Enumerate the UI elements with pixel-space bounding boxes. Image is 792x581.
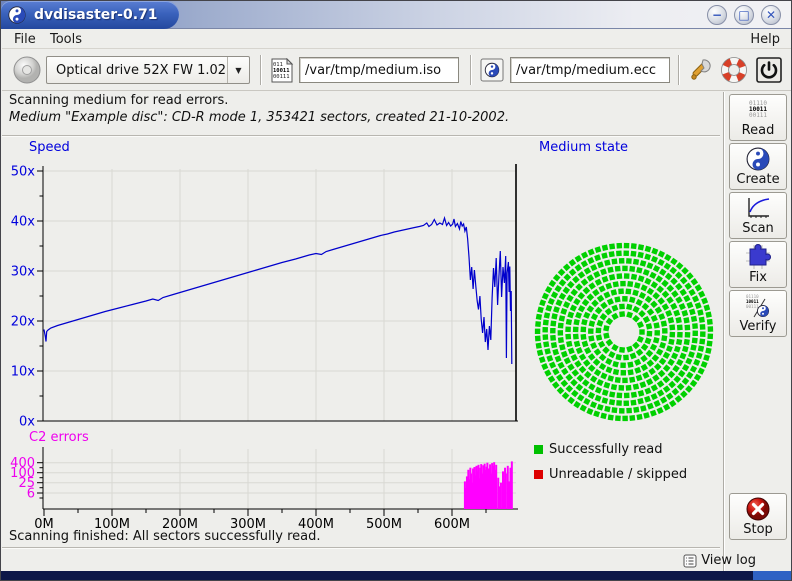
chevron-down-icon: ▼ [227, 57, 249, 83]
legend-unreadable-swatch [534, 470, 543, 479]
close-button[interactable]: ✕ [761, 5, 781, 25]
svg-text:30x: 30x [11, 265, 36, 280]
view-log-button[interactable]: View log [680, 552, 759, 569]
preferences-wrench-icon[interactable] [686, 56, 714, 84]
toolbar-separator [260, 55, 262, 85]
separator [2, 547, 720, 549]
svg-text:20x: 20x [11, 315, 36, 330]
toolbar-separator [470, 55, 472, 85]
create-button-label: Create [736, 172, 779, 187]
legend-success: Successfully read [534, 442, 662, 457]
separator [2, 135, 720, 137]
menu-tools[interactable]: Tools [46, 31, 86, 48]
read-button[interactable]: 01110 10011 00111 Read [729, 94, 787, 141]
stop-icon [746, 497, 770, 521]
medium-info: Medium "Example disc": CD-R mode 1, 3534… [9, 110, 719, 125]
speed-chart-title: Speed [29, 140, 70, 155]
legend-success-swatch [534, 445, 543, 454]
read-button-label: Read [742, 123, 775, 138]
quit-power-icon[interactable] [756, 57, 782, 83]
status-area: Scanning medium for read errors. Medium … [9, 93, 719, 125]
stop-button-label: Stop [743, 522, 773, 537]
title-tab: dvdisaster-0.71 [1, 1, 179, 29]
speed-and-c2-chart: 0x10x20x30x40x50x6251004000M100M200M300M… [1, 156, 529, 531]
ecc-file-icon [480, 58, 504, 82]
legend-unreadable-label: Unreadable / skipped [549, 467, 687, 482]
read-binary-icon: 01110 10011 00111 [749, 98, 767, 122]
svg-text:50x: 50x [11, 165, 36, 180]
view-log-label: View log [701, 553, 756, 568]
svg-text:00111: 00111 [273, 74, 290, 80]
verify-button-label: Verify [740, 319, 777, 334]
menu-file[interactable]: File [10, 31, 40, 48]
legend-success-label: Successfully read [549, 442, 662, 457]
fix-puzzle-icon [745, 245, 771, 269]
ecc-file-input[interactable] [510, 57, 670, 83]
create-button[interactable]: Create [729, 143, 787, 190]
log-list-icon [683, 554, 697, 568]
toolbar: Optical drive 52X FW 1.02 ▼ 011 10011 00… [2, 49, 792, 91]
maximize-button[interactable]: □ [734, 5, 754, 25]
status-message: Scanning medium for read errors. [9, 93, 719, 108]
title-bar[interactable]: dvdisaster-0.71 − □ ✕ [1, 1, 792, 29]
toolbar-separator [678, 55, 680, 85]
svg-text:400: 400 [10, 456, 35, 471]
menu-bar: File Tools Help [2, 29, 792, 49]
window-bottom-frame [1, 571, 792, 580]
scan-graph-icon [745, 196, 771, 220]
cd-drive-icon[interactable] [12, 55, 42, 85]
svg-text:600M: 600M [434, 517, 470, 531]
fix-button-label: Fix [749, 270, 767, 285]
svg-text:40x: 40x [11, 215, 36, 230]
svg-text:500M: 500M [366, 517, 402, 531]
minimize-button[interactable]: − [707, 5, 727, 25]
drive-select[interactable]: Optical drive 52X FW 1.02 ▼ [46, 56, 250, 84]
create-yinyang-icon [746, 147, 770, 171]
medium-state-disc [529, 161, 727, 441]
svg-text:10x: 10x [11, 365, 36, 380]
app-yinyang-icon [8, 6, 26, 24]
verify-compare-icon: 01110 10011 00111 [745, 294, 771, 318]
fix-button[interactable]: Fix [729, 241, 787, 288]
scan-button-label: Scan [742, 221, 774, 236]
app-window: dvdisaster-0.71 − □ ✕ File Tools Help Op… [0, 0, 792, 581]
help-lifebuoy-icon[interactable] [720, 56, 748, 84]
window-title: dvdisaster-0.71 [34, 7, 158, 23]
scan-result-text: Scanning finished: All sectors successfu… [9, 529, 321, 544]
resize-grip[interactable] [753, 571, 792, 580]
drive-select-value: Optical drive 52X FW 1.02 [47, 63, 227, 78]
scan-button[interactable]: Scan [729, 192, 787, 239]
c2-errors-title: C2 errors [29, 430, 89, 445]
iso-image-icon: 011 10011 00111 [270, 58, 294, 83]
menu-help[interactable]: Help [746, 31, 784, 48]
verify-button[interactable]: 01110 10011 00111 Verify [729, 290, 787, 337]
stop-button[interactable]: Stop [729, 493, 787, 540]
medium-state-title: Medium state [539, 140, 628, 155]
svg-text:0x: 0x [19, 415, 35, 430]
svg-text:00111: 00111 [746, 304, 759, 309]
iso-file-input[interactable] [299, 57, 459, 83]
legend-unreadable: Unreadable / skipped [534, 467, 687, 482]
